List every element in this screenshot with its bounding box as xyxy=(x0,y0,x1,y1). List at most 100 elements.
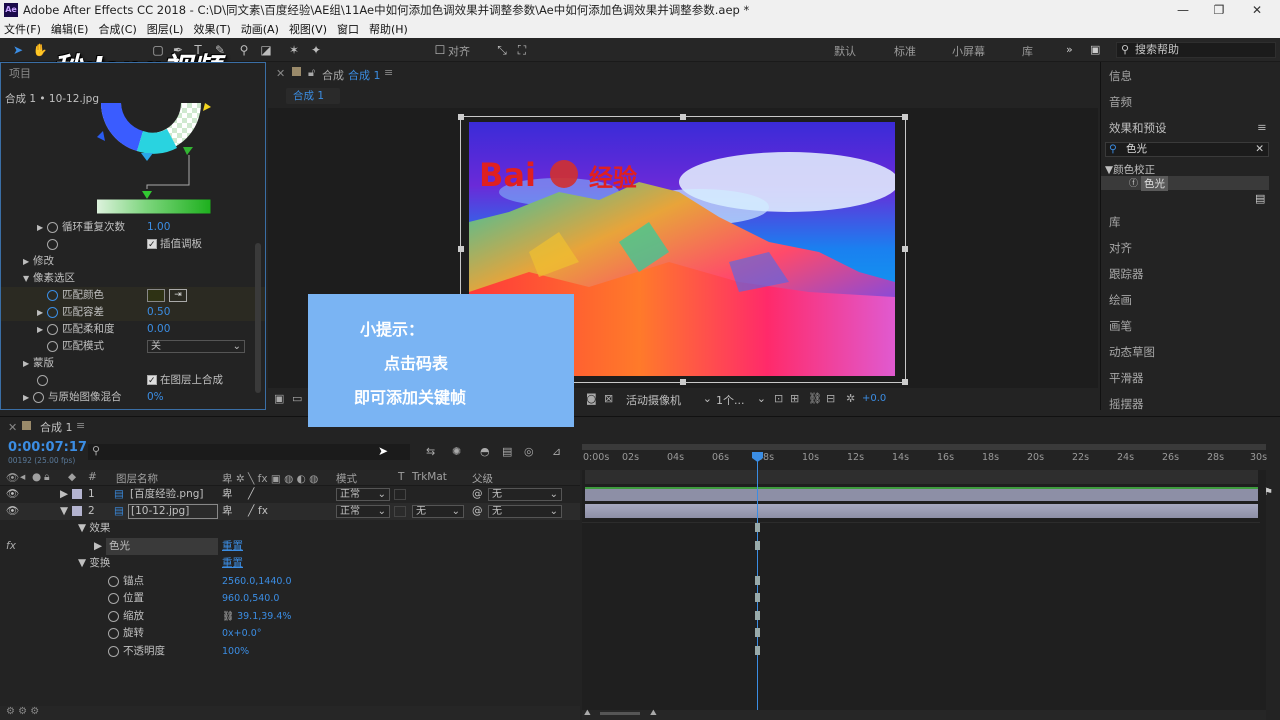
layer-row-1[interactable]: 👁︎ ▶ 1 ▤ [百度经验.png] 卑 ╱ 正常 ⌄ @ 无 ⌄ xyxy=(0,486,580,503)
motion-blur-icon[interactable]: ◎ xyxy=(524,445,534,458)
effects-tree-group[interactable]: ▼颜色校正 xyxy=(1105,162,1155,177)
keyframe-marker[interactable] xyxy=(755,628,760,637)
align-panel-tab[interactable]: 对齐 xyxy=(1109,240,1132,256)
timeline-nav-icon[interactable]: ⚑ xyxy=(1264,487,1273,498)
collapse-triangle-icon[interactable]: ▼ xyxy=(60,503,68,520)
snap-options-icon[interactable]: ⛶ xyxy=(514,42,530,58)
effect-name[interactable]: 色光 xyxy=(106,538,218,555)
maximize-button[interactable]: ❐ xyxy=(1202,0,1236,20)
current-time-display[interactable]: 0:00:07:17 xyxy=(8,440,87,455)
keyframe-marker[interactable] xyxy=(755,576,760,585)
transparency-grid-icon[interactable]: ⊠ xyxy=(604,392,613,405)
stopwatch-icon[interactable] xyxy=(47,340,58,352)
match-color-swatch[interactable] xyxy=(147,289,165,302)
audio-panel-tab[interactable]: 音频 xyxy=(1109,94,1132,110)
scale-value[interactable]: 39.1,39.4% xyxy=(237,611,291,622)
opacity-value[interactable]: 100% xyxy=(222,643,249,660)
fast-preview-icon[interactable]: ⊞ xyxy=(790,392,799,405)
menu-edit[interactable]: 编辑(E) xyxy=(51,21,89,37)
layer-name[interactable]: [百度经验.png] xyxy=(130,486,204,503)
stopwatch-icon[interactable] xyxy=(108,610,119,622)
transform-group-row[interactable]: ▼ 变换 xyxy=(78,555,110,572)
zoom-out-icon[interactable]: ⛰ xyxy=(584,708,591,718)
shy-layers-icon[interactable]: ◓ xyxy=(480,445,490,458)
workspace-default[interactable]: 默认 xyxy=(834,43,856,59)
timeline-icon[interactable]: ⊟ xyxy=(826,392,835,405)
keyframe-marker[interactable] xyxy=(755,646,760,655)
panel-menu-icon[interactable]: ≡ xyxy=(76,419,85,432)
comp-mini-flowchart-icon[interactable]: ⇆ xyxy=(426,445,435,458)
constrain-proportions-icon[interactable]: ⛓ xyxy=(222,611,237,622)
timeline-search-input[interactable]: ⚲ xyxy=(88,444,410,460)
rotation-value[interactable]: 0x+0.0° xyxy=(222,625,261,642)
flowchart-icon[interactable]: ⛓ xyxy=(808,392,822,405)
stopwatch-icon[interactable] xyxy=(47,289,58,301)
toggle-pixel-icon[interactable]: ⊡ xyxy=(774,392,783,405)
effect-switch-icon[interactable]: fx xyxy=(258,503,268,520)
position-value[interactable]: 960.0,540.0 xyxy=(222,590,279,607)
layer-bar-2[interactable] xyxy=(585,504,1258,518)
parent-select[interactable]: 无 ⌄ xyxy=(488,488,562,501)
workspace-small-screen[interactable]: 小屏幕 xyxy=(952,43,985,59)
expand-triangle-icon[interactable]: ▶ xyxy=(94,538,102,555)
close-tab-icon[interactable]: ✕ xyxy=(8,421,17,434)
blend-mode-select[interactable]: 正常 ⌄ xyxy=(336,505,390,518)
match-tolerance-value[interactable]: 0.50 xyxy=(147,304,170,321)
quality-switch-icon[interactable]: ╱ xyxy=(248,503,254,520)
search-help-input[interactable]: ⚲ 搜索帮助 xyxy=(1116,42,1276,58)
stopwatch-icon[interactable] xyxy=(108,645,119,657)
blend-with-original-value[interactable]: 0% xyxy=(147,389,164,406)
effects-search-input[interactable]: ⚲ 色光 ✕ xyxy=(1105,142,1269,157)
more-workspaces-icon[interactable]: » xyxy=(1066,43,1073,56)
menu-file[interactable]: 文件(F) xyxy=(4,21,41,37)
puppet-tool-icon[interactable]: ✦ xyxy=(308,42,324,58)
visibility-eye-icon[interactable]: 👁︎ xyxy=(6,486,19,503)
keyframe-marker[interactable] xyxy=(755,593,760,602)
current-time-indicator[interactable] xyxy=(757,456,758,720)
collapse-triangle-icon[interactable]: ▼ xyxy=(78,522,89,534)
mask-row[interactable]: ▶ 蒙版 xyxy=(1,355,265,372)
match-mode-select[interactable]: 关 ⌄ xyxy=(147,340,245,353)
transform-reset-link[interactable]: 重置 xyxy=(222,555,243,572)
stopwatch-icon[interactable] xyxy=(108,592,119,604)
column-trkmat[interactable]: TrkMat xyxy=(412,471,447,483)
new-preset-icon[interactable]: ▤ xyxy=(1255,192,1265,205)
shy-switch-icon[interactable]: 卑 xyxy=(222,503,233,520)
expand-triangle-icon[interactable]: ▶ xyxy=(23,253,33,270)
zoom-in-icon[interactable]: ⛰ xyxy=(650,708,657,718)
clone-tool-icon[interactable]: ⚲ xyxy=(236,42,252,58)
exposure-value[interactable]: +0.0 xyxy=(862,393,886,404)
menu-layer[interactable]: 图层(L) xyxy=(147,21,184,37)
modify-row[interactable]: ▶ 修改 xyxy=(1,253,265,270)
effects-group-row[interactable]: ▼ 效果 xyxy=(78,520,110,537)
selection-tool-icon[interactable]: ➤ xyxy=(10,42,26,58)
anchor-point-value[interactable]: 2560.0,1440.0 xyxy=(222,573,292,590)
pixel-selection-row[interactable]: ▼ 像素选区 xyxy=(1,270,265,287)
lock-icon[interactable]: 🔓︎ xyxy=(308,66,315,80)
pickwhip-icon[interactable]: @ xyxy=(472,486,483,503)
keyframe-marker[interactable] xyxy=(755,541,760,550)
blend-mode-select[interactable]: 正常 ⌄ xyxy=(336,488,390,501)
toggle-switches-icon[interactable]: ⚙ ⚙ ⚙ xyxy=(6,706,39,717)
stopwatch-icon[interactable] xyxy=(47,221,58,233)
parent-select[interactable]: 无 ⌄ xyxy=(488,505,562,518)
visibility-eye-icon[interactable]: 👁︎ xyxy=(6,503,19,520)
collapse-triangle-icon[interactable]: ▼ xyxy=(78,557,89,569)
composite-on-layer-checkbox[interactable] xyxy=(147,373,157,390)
eraser-tool-icon[interactable]: ◪ xyxy=(258,42,274,58)
menu-help[interactable]: 帮助(H) xyxy=(369,21,408,37)
project-tab[interactable]: 项目 xyxy=(1,63,265,85)
column-layer-name[interactable]: 图层名称 xyxy=(116,471,158,486)
column-mode[interactable]: 模式 xyxy=(336,471,357,486)
stopwatch-icon[interactable] xyxy=(33,391,44,403)
workspace-library[interactable]: 库 xyxy=(1022,43,1033,59)
layer-row-2[interactable]: 👁︎ ▼ 2 ▤ [10-12.jpg] 卑 ╱ fx 正常 ⌄ 无 ⌄ @ 无 ⌄ xyxy=(0,503,580,520)
trkmat-select[interactable]: 无 ⌄ xyxy=(412,505,464,518)
expand-triangle-icon[interactable]: ▶ xyxy=(23,389,33,406)
stopwatch-icon[interactable] xyxy=(47,323,58,335)
collapse-triangle-icon[interactable]: ▼ xyxy=(23,270,33,287)
panel-menu-icon[interactable]: ≡ xyxy=(384,66,393,79)
clear-search-icon[interactable]: ✕ xyxy=(1255,143,1264,156)
wiggler-panel-tab[interactable]: 摇摆器 xyxy=(1109,396,1144,412)
pickwhip-icon[interactable]: @ xyxy=(472,503,483,520)
